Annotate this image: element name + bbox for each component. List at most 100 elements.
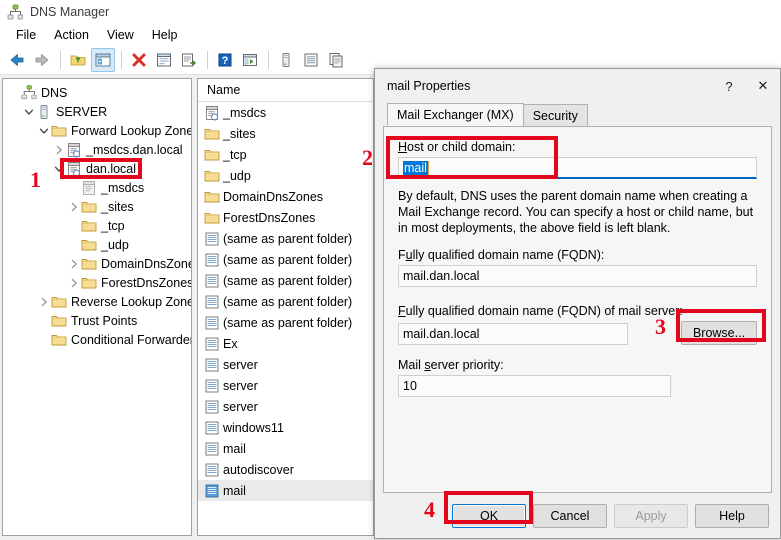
column-header-name[interactable]: Name	[198, 79, 373, 102]
tree-node-msdcs-dan-local[interactable]: _msdcs.dan.local	[3, 140, 191, 159]
browse-button[interactable]: Browse...	[681, 321, 757, 345]
toolbar-separator	[268, 50, 269, 69]
mail-server-priority-value: 10	[403, 379, 417, 393]
chevron-right-icon[interactable]	[67, 273, 81, 292]
tab-mail-exchanger[interactable]: Mail Exchanger (MX)	[387, 103, 524, 126]
ok-button[interactable]: OK	[452, 504, 526, 528]
tree-node-domaindnszones[interactable]: DomainDnsZones	[3, 254, 191, 273]
tree-node-server[interactable]: SERVER	[3, 102, 191, 121]
table-row[interactable]: server	[198, 375, 373, 396]
chevron-right-icon[interactable]	[67, 254, 81, 273]
folder-icon	[51, 332, 67, 348]
folder-icon	[204, 147, 220, 163]
dialog-help-button[interactable]: ?	[712, 71, 746, 101]
table-row[interactable]: DomainDnsZones	[198, 186, 373, 207]
tree-node-reverse-lookup-zones[interactable]: Reverse Lookup Zones	[3, 292, 191, 311]
table-row[interactable]: Ex	[198, 333, 373, 354]
table-row[interactable]: _tcp	[198, 144, 373, 165]
record-icon	[204, 378, 220, 394]
dns-root-icon	[21, 84, 37, 101]
record-icon	[204, 441, 220, 457]
delete-icon[interactable]	[127, 48, 151, 72]
table-row[interactable]: (same as parent folder)	[198, 312, 373, 333]
table-row[interactable]: mail	[198, 480, 373, 501]
tree-node-label: dan.local	[86, 161, 137, 176]
show-hide-console-tree-icon[interactable]	[91, 47, 115, 72]
mail-server-fqdn-input[interactable]: mail.dan.local	[398, 323, 628, 345]
tree-node-tcp[interactable]: _tcp	[3, 216, 191, 235]
tree-node-sites[interactable]: _sites	[3, 197, 191, 216]
tree-node-label: _tcp	[101, 218, 125, 233]
menu-bar: File Action View Help	[0, 24, 781, 45]
help-button[interactable]: Help	[695, 504, 769, 528]
tree-node-label: _msdcs	[101, 180, 145, 195]
tree-node-label: SERVER	[56, 104, 108, 119]
tree-node-conditional-forwarders[interactable]: Conditional Forwarders	[3, 330, 191, 349]
tree-node-trust-points[interactable]: Trust Points	[3, 311, 191, 330]
tree-node-forestdnszones[interactable]: ForestDnsZones	[3, 273, 191, 292]
fqdn-input[interactable]: mail.dan.local	[398, 265, 757, 287]
chevron-right-icon[interactable]	[67, 197, 81, 216]
mail-server-fqdn-value: mail.dan.local	[403, 327, 480, 341]
table-row[interactable]: (same as parent folder)	[198, 291, 373, 312]
fqdn-label: Fully qualified domain name (FQDN):	[398, 248, 605, 262]
table-row[interactable]: _sites	[198, 123, 373, 144]
chevron-right-icon[interactable]	[37, 292, 51, 311]
table-row[interactable]: _udp	[198, 165, 373, 186]
back-icon[interactable]	[5, 48, 29, 72]
table-row[interactable]: ForestDnsZones	[198, 207, 373, 228]
chevron-down-icon[interactable]	[37, 121, 51, 140]
dialog-titlebar: mail Properties ? ✕	[375, 69, 780, 103]
tree-node-udp[interactable]: _udp	[3, 235, 191, 254]
folder-icon	[81, 256, 97, 272]
help-icon[interactable]: ?	[213, 48, 237, 72]
list-icon[interactable]	[299, 48, 323, 72]
table-row[interactable]: (same as parent folder)	[198, 228, 373, 249]
close-icon[interactable]: ✕	[746, 71, 780, 101]
folder-icon	[204, 126, 220, 142]
export-list-icon[interactable]	[177, 48, 201, 72]
chevron-right-icon[interactable]	[52, 140, 66, 159]
table-row[interactable]: (same as parent folder)	[198, 249, 373, 270]
cancel-button[interactable]: Cancel	[533, 504, 607, 528]
dns-server-icon	[7, 4, 23, 20]
forward-icon[interactable]	[30, 48, 54, 72]
tree-node-label: Forward Lookup Zones	[71, 123, 192, 138]
dns-manager-window: DNS Manager File Action View Help ? DNS …	[0, 0, 781, 540]
tree-node-label: Trust Points	[71, 313, 138, 328]
chevron-down-icon[interactable]	[22, 102, 36, 121]
record-icon	[204, 420, 220, 436]
menu-item-view[interactable]: View	[98, 26, 143, 44]
console-tree-panel[interactable]: DNS SERVER Forward Lookup Zones _msdcs.dan.…	[2, 78, 192, 536]
server-icon	[36, 104, 52, 120]
table-row[interactable]: server	[198, 354, 373, 375]
table-row[interactable]: mail	[198, 438, 373, 459]
table-row[interactable]: autodiscover	[198, 459, 373, 480]
server-icon[interactable]	[274, 48, 298, 72]
host-or-child-domain-input[interactable]: mail	[398, 157, 757, 179]
mail-server-priority-input[interactable]: 10	[398, 375, 671, 397]
tree-node-forward-lookup-zones[interactable]: Forward Lookup Zones	[3, 121, 191, 140]
copy-icon[interactable]	[324, 48, 348, 72]
table-row[interactable]: (same as parent folder)	[198, 270, 373, 291]
menu-item-help[interactable]: Help	[143, 26, 187, 44]
mail-server-priority-label: Mail server priority:	[398, 358, 504, 372]
table-row[interactable]: _msdcs	[198, 102, 373, 123]
records-list-panel[interactable]: Name _msdcs _sites _tcp _udp DomainDnsZones F…	[197, 78, 374, 536]
dialog-tabstrip: Mail Exchanger (MX) Security	[375, 103, 780, 126]
tab-security[interactable]: Security	[522, 104, 588, 126]
table-row[interactable]: windows11	[198, 417, 373, 438]
properties-icon[interactable]	[152, 48, 176, 72]
menu-item-file[interactable]: File	[7, 26, 45, 44]
annotation-number-1: 1	[30, 167, 41, 192]
record-icon	[204, 462, 220, 478]
record-icon	[204, 315, 220, 331]
annotation-number-4: 4	[424, 497, 435, 522]
menu-item-action[interactable]: Action	[45, 26, 98, 44]
up-folder-icon[interactable]	[66, 48, 90, 72]
refresh-icon[interactable]	[238, 48, 262, 72]
chevron-down-icon[interactable]	[52, 159, 66, 178]
table-row[interactable]: server	[198, 396, 373, 417]
tree-node-dns[interactable]: DNS	[3, 83, 191, 102]
